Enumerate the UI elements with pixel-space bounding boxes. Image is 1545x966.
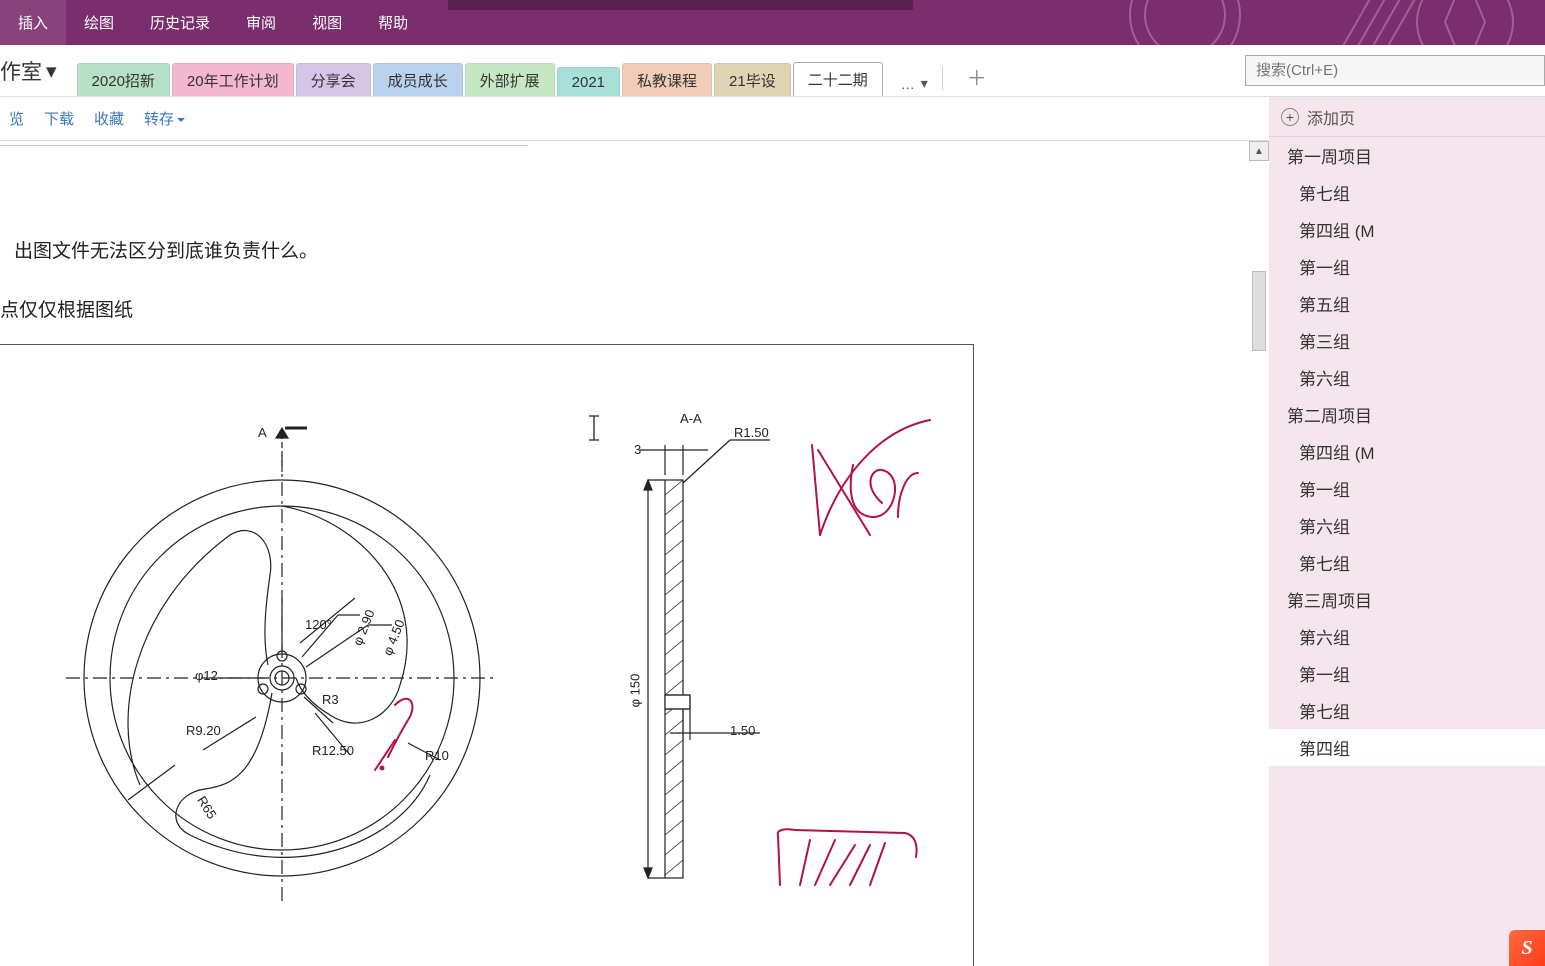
page-item[interactable]: 第五组 [1269, 285, 1545, 322]
tab-21-grad[interactable]: 21毕设 [714, 63, 791, 96]
page-item[interactable]: 第七组 [1269, 692, 1545, 729]
ribbon-draw[interactable]: 绘图 [66, 0, 132, 45]
page-list: 第一周项目第七组第四组 (M第一组第五组第三组第六组第二周项目第四组 (M第一组… [1269, 137, 1545, 766]
dim-r920: R9.20 [186, 723, 221, 738]
page-item[interactable]: 第一组 [1269, 470, 1545, 507]
tab-external[interactable]: 外部扩展 [465, 63, 555, 96]
page-item[interactable]: 第四组 (M [1269, 211, 1545, 248]
tab-2020-plan[interactable]: 20年工作计划 [172, 63, 294, 96]
ribbon-insert[interactable]: 插入 [0, 0, 66, 45]
page-item[interactable]: 第一组 [1269, 248, 1545, 285]
dim-r10: R10 [425, 748, 449, 763]
ribbon-history[interactable]: 历史记录 [132, 0, 228, 45]
scroll-thumb[interactable] [1252, 271, 1266, 351]
notebook-name-label: 作室 [0, 56, 42, 86]
dim-150: 1.50 [730, 723, 755, 738]
tabs-overflow[interactable]: … ▾ [891, 71, 938, 96]
download-button[interactable]: 下载 [41, 104, 77, 133]
divider [942, 66, 943, 90]
ribbon-review[interactable]: 审阅 [228, 0, 294, 45]
page-item[interactable]: 第二周项目 [1269, 396, 1545, 433]
dim-dia12: φ12 [195, 668, 218, 683]
ribbon-dropdown[interactable] [448, 0, 913, 10]
page-item[interactable]: 第六组 [1269, 507, 1545, 544]
tab-2020-recruit[interactable]: 2020招新 [77, 63, 170, 96]
transfer-button[interactable]: 转存 [141, 104, 188, 133]
tabs-overflow-label: … [901, 76, 915, 92]
vertical-scrollbar[interactable]: ▲ [1249, 141, 1269, 966]
page-item[interactable]: 第一周项目 [1269, 137, 1545, 174]
ribbon: 插入 绘图 历史记录 审阅 视图 帮助 [0, 0, 1545, 45]
page-item[interactable]: 第三组 [1269, 322, 1545, 359]
section-bar: 作室 ▾ 2020招新 20年工作计划 分享会 成员成长 外部扩展 2021 私… [0, 45, 1545, 97]
section-tabs: 2020招新 20年工作计划 分享会 成员成长 外部扩展 2021 私教课程 2… [77, 62, 883, 96]
dim-r1250: R12.50 [312, 743, 354, 758]
ribbon-view[interactable]: 视图 [294, 0, 360, 45]
plus-icon: + [1281, 108, 1299, 126]
page-item[interactable]: 第一组 [1269, 655, 1545, 692]
page-item[interactable]: 第七组 [1269, 544, 1545, 581]
page-item[interactable]: 第四组 (M [1269, 433, 1545, 470]
notebook-name[interactable]: 作室 ▾ [0, 56, 65, 96]
tab-share[interactable]: 分享会 [296, 63, 371, 96]
page-item[interactable]: 第六组 [1269, 618, 1545, 655]
engineering-drawing: A A-A R1.50 3 φ 150 1.50 120° φ 2.90 φ 4… [0, 344, 974, 966]
page-pane: + 添加页 第一周项目第七组第四组 (M第一组第五组第三组第六组第二周项目第四组… [1269, 97, 1545, 966]
add-page-button[interactable]: + 添加页 [1269, 97, 1545, 137]
ribbon-decor [1065, 0, 1545, 45]
scroll-up-button[interactable]: ▲ [1249, 141, 1269, 161]
search-input[interactable] [1245, 55, 1545, 86]
add-section-button[interactable]: ＋ [957, 62, 997, 96]
tab-member-growth[interactable]: 成员成长 [373, 63, 463, 96]
text-cursor-icon [588, 415, 590, 441]
tab-2021[interactable]: 2021 [557, 67, 620, 96]
drawing-svg [0, 345, 974, 966]
chevron-down-icon: ▾ [921, 75, 928, 92]
page-item[interactable]: 第三周项目 [1269, 581, 1545, 618]
dim-r150: R1.50 [734, 425, 769, 440]
favorite-button[interactable]: 收藏 [91, 104, 127, 133]
ribbon-help[interactable]: 帮助 [360, 0, 426, 45]
add-page-label: 添加页 [1307, 105, 1355, 129]
dim-section-mark: A [258, 425, 267, 440]
ime-badge-icon[interactable]: S [1509, 930, 1545, 966]
dim-3: 3 [634, 442, 641, 457]
page-item[interactable]: 第七组 [1269, 174, 1545, 211]
body-text-2: 点仅仅根据图纸 [0, 295, 1269, 322]
dim-dia150: φ 150 [627, 674, 642, 708]
page-item[interactable]: 第六组 [1269, 359, 1545, 396]
search-box [1245, 55, 1545, 86]
tab-22-period[interactable]: 二十二期 [793, 62, 883, 96]
note-canvas[interactable]: 出图文件无法区分到底谁负责什么。 点仅仅根据图纸 [0, 141, 1269, 966]
page-item[interactable]: 第四组 [1269, 729, 1545, 766]
tab-private[interactable]: 私教课程 [622, 63, 712, 96]
body-text-1: 出图文件无法区分到底谁负责什么。 [14, 236, 1269, 263]
preview-button[interactable]: 览 [6, 104, 27, 133]
dim-r3: R3 [322, 692, 339, 707]
chevron-down-icon: ▾ [46, 59, 57, 84]
dim-section-title: A-A [680, 411, 702, 426]
dim-120: 120° [305, 617, 332, 632]
